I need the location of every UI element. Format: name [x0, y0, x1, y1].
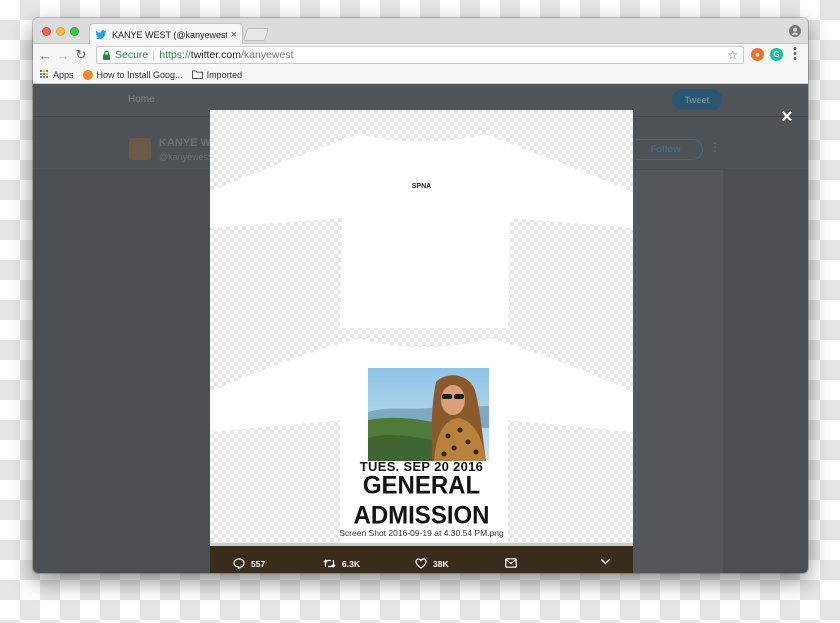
browser-window: KANYE WEST (@kanyewest) | T × ← → ↻ Secu… — [33, 18, 808, 573]
chevron-down-icon — [600, 558, 611, 565]
retweet-icon — [323, 559, 336, 568]
bookmark-star-icon[interactable]: ☆ — [727, 48, 738, 62]
browser-tab-active[interactable]: KANYE WEST (@kanyewest) | T × — [89, 23, 243, 45]
minimize-window-button[interactable] — [56, 27, 65, 36]
apps-grid-icon — [40, 70, 49, 79]
tweet-action-bar: 557 6.3K 38K — [210, 546, 633, 573]
event-title-line1: GENERAL — [362, 471, 481, 500]
bookmark-apps[interactable]: Apps — [40, 70, 74, 80]
portrait-photo — [368, 368, 489, 461]
retweet-count: 6.3K — [342, 558, 360, 569]
bookmarks-bar: Apps How to Install Goog... Imported — [33, 66, 808, 84]
more-options-icon[interactable]: ⋮ — [709, 140, 721, 154]
more-actions-button[interactable] — [600, 558, 617, 565]
envelope-icon — [505, 558, 517, 568]
reply-button[interactable]: 557 — [233, 558, 265, 569]
like-count: 38K — [433, 558, 449, 569]
follow-button[interactable]: Follow — [628, 139, 703, 160]
retweet-button[interactable]: 6.3K — [323, 558, 360, 569]
bookmark-favicon-icon — [82, 69, 93, 80]
media-image[interactable]: SPNA TUES. SEP 20 2016 GENERAL ADMISSION… — [210, 110, 633, 544]
twitter-bird-icon — [95, 29, 107, 39]
page-content: Home Tweet KANYE WE @kanyewest Follow ⋮ … — [33, 84, 808, 573]
kebab-menu-icon[interactable]: • • • — [791, 44, 799, 65]
new-tab-button[interactable] — [242, 28, 270, 41]
shirt-label: SPNA — [411, 183, 432, 190]
profile-icon[interactable] — [789, 25, 801, 37]
twitter-home-link[interactable]: Home — [128, 94, 155, 105]
browser-toolbar: ← → ↻ Secure https:// twitter.com /kanye… — [33, 44, 808, 66]
tab-title: KANYE WEST (@kanyewest) | T — [112, 29, 227, 40]
reply-icon — [233, 558, 245, 569]
bookmark-label: Apps — [53, 69, 74, 80]
forward-arrow-icon[interactable]: → — [54, 46, 72, 64]
tweet-button[interactable]: Tweet — [672, 89, 722, 110]
secure-label: Secure — [115, 49, 149, 61]
event-title-line2: ADMISSION — [353, 501, 490, 530]
reply-count: 557 — [251, 558, 266, 569]
maximize-window-button[interactable] — [70, 27, 79, 36]
tab-strip: KANYE WEST (@kanyewest) | T × — [33, 18, 808, 45]
direct-message-button[interactable] — [505, 558, 523, 568]
lock-icon — [103, 50, 110, 60]
like-button[interactable]: 38K — [415, 558, 449, 569]
address-bar[interactable]: Secure https:// twitter.com /kanyewest ☆ — [96, 46, 744, 64]
folder-icon — [191, 70, 203, 79]
tab-close-icon[interactable]: × — [231, 29, 237, 41]
close-window-button[interactable] — [42, 27, 51, 36]
url-scheme: https:// — [159, 49, 191, 61]
back-arrow-icon[interactable]: ← — [36, 46, 54, 64]
modal-close-icon[interactable]: × — [781, 107, 793, 127]
profile-handle: @kanyewest — [159, 152, 211, 162]
reload-icon[interactable]: ↻ — [72, 46, 90, 64]
url-host: twitter.com — [190, 49, 241, 61]
grammarly-icon[interactable]: G — [770, 48, 783, 61]
image-filename-caption: Screen Shot 2016-09-19 at 4.30.54 PM.png — [339, 528, 504, 538]
avatar[interactable] — [129, 138, 151, 160]
bookmark-label: How to Install Goog... — [96, 69, 183, 80]
extension-orange-icon[interactable]: ● — [751, 48, 764, 61]
heart-icon — [415, 558, 427, 569]
url-path: /kanyewest — [240, 49, 294, 61]
bookmark-install-guide[interactable]: How to Install Goog... — [82, 69, 183, 80]
bookmark-label: Imported — [206, 69, 243, 80]
bookmark-imported[interactable]: Imported — [191, 69, 243, 80]
portrait-illustration — [368, 368, 489, 461]
address-separator — [153, 49, 155, 61]
